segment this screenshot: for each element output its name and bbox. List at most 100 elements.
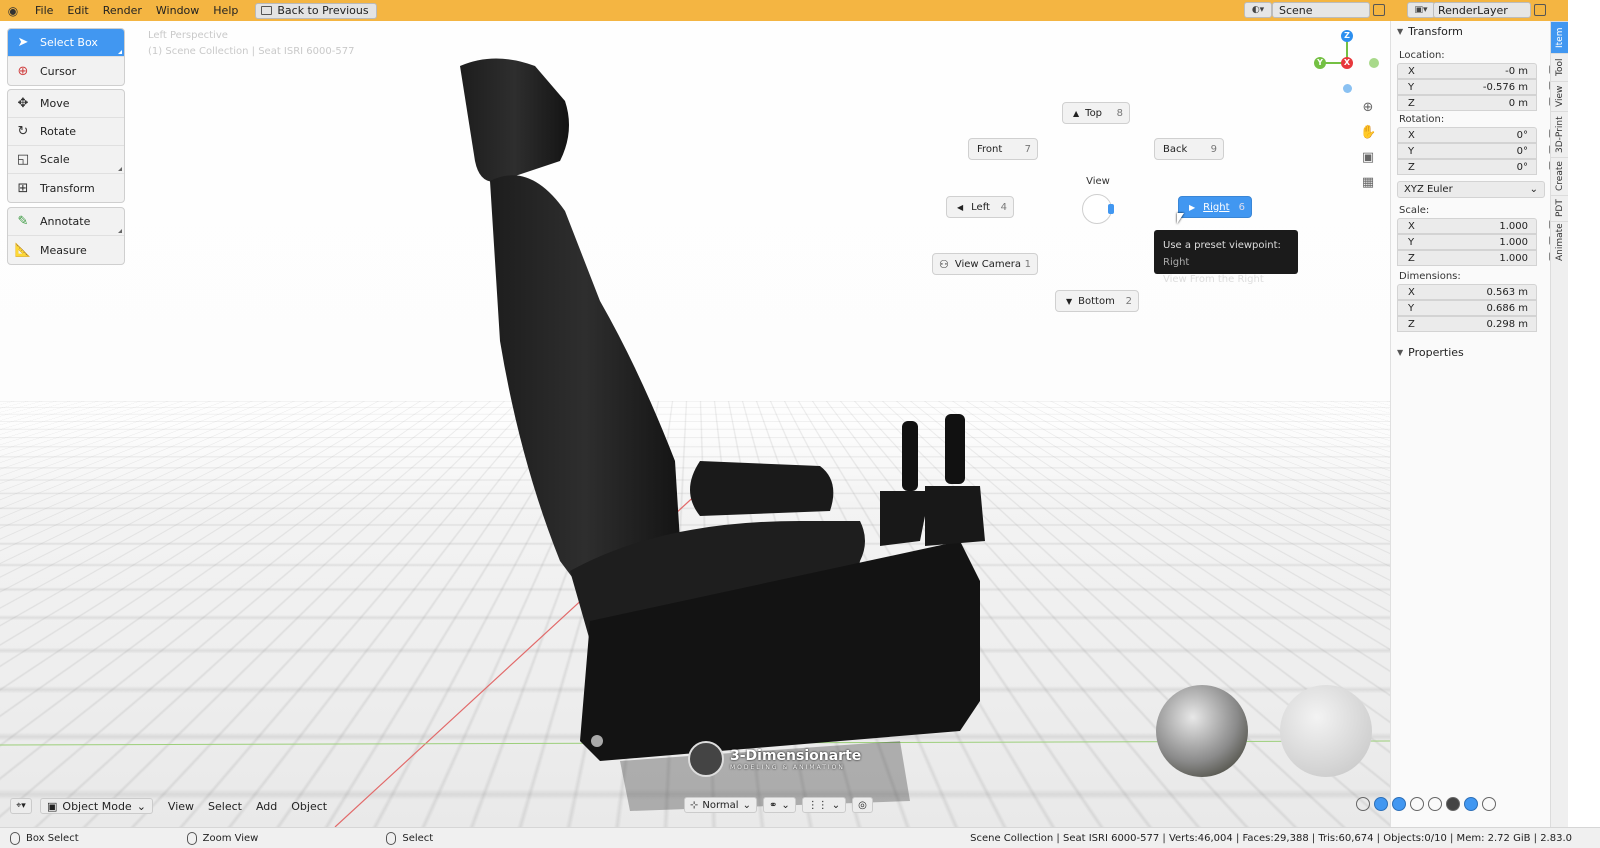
- zoom-icon[interactable]: ⊕: [1360, 100, 1376, 116]
- editor-type-icon[interactable]: ⌖▾: [10, 798, 32, 814]
- snap-dropdown[interactable]: ⋮⋮ ⌄: [801, 797, 847, 813]
- rotation-mode-value: XYZ Euler: [1404, 184, 1453, 195]
- gizmo-neg-y[interactable]: [1369, 58, 1379, 68]
- menu-edit[interactable]: Edit: [60, 0, 95, 21]
- menu-file[interactable]: File: [28, 0, 60, 21]
- transform-panel-header[interactable]: ▼ Transform: [1391, 21, 1550, 41]
- scale-x-field[interactable]: X 1.000: [1397, 218, 1537, 234]
- back-to-previous-button[interactable]: Back to Previous: [255, 2, 377, 19]
- grid-perspective-icon[interactable]: ▦: [1360, 175, 1376, 191]
- watermark: 3-Dimensionarte MODELING & ANIMATION: [688, 741, 861, 777]
- dimensions-z-field[interactable]: Z 0.298 m: [1397, 316, 1537, 332]
- new-render-layer-icon[interactable]: [1534, 4, 1546, 16]
- menu-render[interactable]: Render: [96, 0, 149, 21]
- new-scene-icon[interactable]: [1373, 4, 1385, 16]
- rotation-z-field[interactable]: Z 0°: [1397, 159, 1537, 175]
- tab-tool[interactable]: Tool: [1551, 53, 1569, 81]
- field-value: -0.576 m: [1482, 81, 1528, 93]
- pie-left-button[interactable]: ◀ Left 4: [946, 196, 1014, 218]
- shading-controls: [1356, 797, 1496, 811]
- rotation-y-field[interactable]: Y 0°: [1397, 143, 1537, 159]
- location-y-field[interactable]: Y -0.576 m: [1397, 79, 1537, 95]
- gizmo-toggle-icon[interactable]: [1374, 797, 1388, 811]
- tool-measure[interactable]: 📐 Measure: [8, 236, 124, 264]
- tab-3d-print[interactable]: 3D-Print: [1551, 111, 1569, 157]
- gizmo-neg-z[interactable]: [1343, 84, 1352, 93]
- pie-view-camera-button[interactable]: ⚇ View Camera 1: [932, 253, 1038, 275]
- mode-dropdown[interactable]: ▣ Object Mode ⌄: [40, 798, 153, 814]
- rotation-x-field[interactable]: X 0°: [1397, 127, 1537, 143]
- tool-select-box[interactable]: ➤ Select Box: [8, 29, 124, 57]
- tooltip-line1: Use a preset viewpoint:: [1163, 240, 1281, 251]
- tool-rotate[interactable]: ↻ Rotate: [8, 118, 124, 146]
- render-layer-field[interactable]: RenderLayer: [1433, 2, 1531, 18]
- chevron-down-icon: ⌄: [831, 799, 841, 811]
- mouse-cursor-icon: [1177, 213, 1184, 224]
- gizmo-z-axis[interactable]: Z: [1341, 30, 1353, 42]
- axis-label: Y: [1408, 81, 1415, 93]
- select-box-icon: ➤: [17, 35, 29, 50]
- scene-name-field[interactable]: Scene: [1272, 2, 1370, 18]
- toolbar-group-annotate: ✎ Annotate 📐 Measure: [7, 207, 125, 265]
- pie-front-button[interactable]: Front 7: [968, 138, 1038, 160]
- rotation-mode-dropdown[interactable]: XYZ Euler ⌄: [1397, 181, 1545, 198]
- pie-bottom-button[interactable]: ▼ Bottom 2: [1055, 290, 1139, 312]
- hdri-diffuse-sphere: [1280, 685, 1372, 777]
- dimensions-fields: X 0.563 m Y 0.686 m Z 0.298 m: [1391, 284, 1550, 332]
- tool-move[interactable]: ✥ Move: [8, 90, 124, 118]
- proportional-edit-toggle[interactable]: ◎: [852, 797, 873, 813]
- tool-cursor[interactable]: ⊕ Cursor: [8, 57, 124, 85]
- pie-back-button[interactable]: Back 9: [1154, 138, 1224, 160]
- status-middle: Zoom View: [186, 831, 258, 845]
- gizmo-x-axis[interactable]: X: [1341, 57, 1353, 69]
- tab-item[interactable]: Item: [1551, 21, 1569, 53]
- watermark-logo-icon: [688, 741, 724, 777]
- header-menu-view[interactable]: View: [161, 800, 201, 813]
- tool-annotate[interactable]: ✎ Annotate: [8, 208, 124, 236]
- material-preview-icon[interactable]: [1464, 797, 1478, 811]
- pan-hand-icon[interactable]: ✋: [1360, 125, 1376, 141]
- overlay-toggle-icon[interactable]: [1392, 797, 1406, 811]
- location-z-field[interactable]: Z 0 m: [1397, 95, 1537, 111]
- orientation-dropdown[interactable]: ⊹ Normal ⌄: [684, 797, 757, 813]
- pie-right-button[interactable]: ▶ Right 6: [1178, 196, 1252, 218]
- dimensions-x-field[interactable]: X 0.563 m: [1397, 284, 1537, 300]
- tab-animate[interactable]: Animate: [1551, 221, 1569, 263]
- tab-create[interactable]: Create: [1551, 157, 1569, 195]
- blender-logo-icon[interactable]: ◉: [6, 4, 20, 18]
- back-to-previous-label: Back to Previous: [277, 4, 369, 17]
- scale-y-field[interactable]: Y 1.000: [1397, 234, 1537, 250]
- pie-top-button[interactable]: ▲ Top 8: [1062, 102, 1130, 124]
- tool-transform[interactable]: ⊞ Transform: [8, 174, 124, 202]
- rendered-shading-icon[interactable]: [1482, 797, 1496, 811]
- scene-selector-icon[interactable]: ◐▾: [1244, 2, 1272, 18]
- watermark-title: 3-Dimensionarte: [730, 747, 862, 764]
- field-value: 0°: [1516, 129, 1528, 141]
- properties-panel-header[interactable]: ▼ Properties: [1391, 342, 1550, 362]
- tab-pdt[interactable]: PDT: [1551, 195, 1569, 221]
- menu-help[interactable]: Help: [206, 0, 245, 21]
- wireframe-shading-icon[interactable]: [1428, 797, 1442, 811]
- gizmo-y-axis[interactable]: Y: [1314, 57, 1326, 69]
- header-menu-object[interactable]: Object: [284, 800, 334, 813]
- render-layer-icon[interactable]: ▣▾: [1407, 2, 1435, 18]
- header-menu-add[interactable]: Add: [249, 800, 284, 813]
- rotation-label: Rotation:: [1399, 114, 1445, 125]
- visibility-icon[interactable]: [1356, 797, 1370, 811]
- dimensions-y-field[interactable]: Y 0.686 m: [1397, 300, 1537, 316]
- chevron-down-icon: ⌄: [1529, 184, 1538, 195]
- orientation-value: Normal: [702, 799, 739, 811]
- camera-icon[interactable]: ▣: [1360, 150, 1376, 166]
- xray-icon[interactable]: [1410, 797, 1424, 811]
- menu-window[interactable]: Window: [149, 0, 206, 21]
- tab-view[interactable]: View: [1551, 81, 1569, 111]
- solid-shading-icon[interactable]: [1446, 797, 1460, 811]
- location-x-field[interactable]: X -0 m: [1397, 63, 1537, 79]
- tool-scale[interactable]: ◱ Scale: [8, 146, 124, 174]
- header-menu-select[interactable]: Select: [201, 800, 249, 813]
- toolbar-group-select: ➤ Select Box ⊕ Cursor: [7, 28, 125, 86]
- view-name: Left Perspective: [148, 30, 228, 41]
- scale-z-field[interactable]: Z 1.000: [1397, 250, 1537, 266]
- location-fields: X -0 m Y -0.576 m Z 0 m: [1391, 63, 1558, 111]
- pivot-point-dropdown[interactable]: ⚭ ⌄: [762, 797, 796, 813]
